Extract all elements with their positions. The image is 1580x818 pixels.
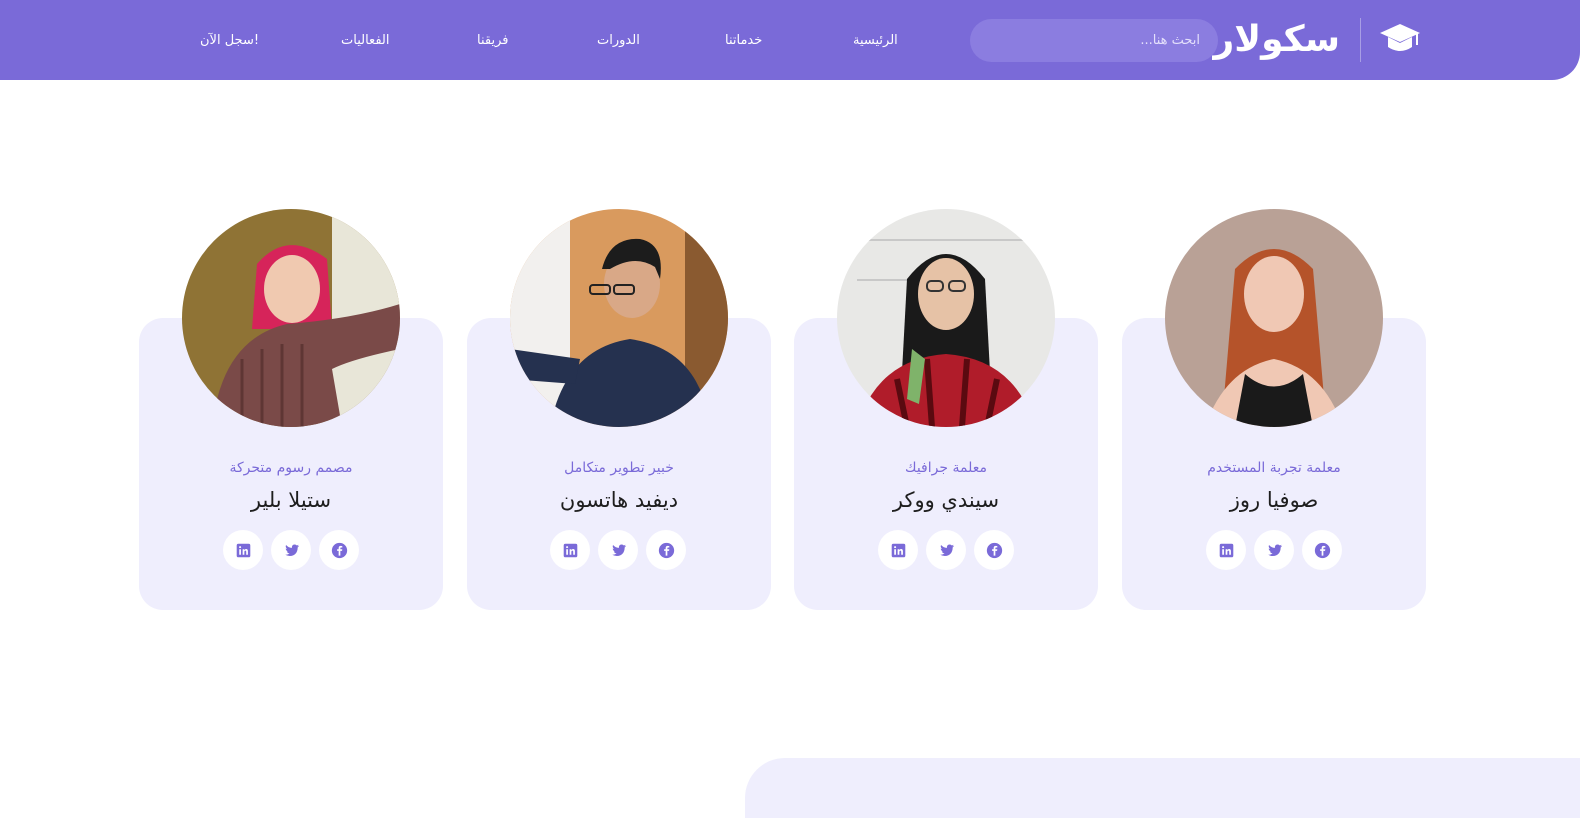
team-member-photo bbox=[510, 209, 728, 427]
linkedin-icon bbox=[563, 543, 577, 557]
linkedin-button[interactable] bbox=[550, 530, 590, 570]
nav-courses[interactable]: الدورات bbox=[597, 32, 640, 50]
linkedin-button[interactable] bbox=[878, 530, 918, 570]
nav-events[interactable]: الفعاليات bbox=[341, 32, 389, 50]
facebook-button[interactable] bbox=[1302, 530, 1342, 570]
linkedin-icon bbox=[891, 543, 905, 557]
team-member-name: صوفيا روز bbox=[1229, 488, 1319, 512]
search-input[interactable] bbox=[970, 19, 1218, 62]
logo-divider bbox=[1360, 18, 1361, 62]
linkedin-icon bbox=[236, 543, 250, 557]
next-section-edge bbox=[745, 758, 1580, 818]
team-member-photo bbox=[1165, 209, 1383, 427]
twitter-icon bbox=[1267, 544, 1282, 556]
twitter-icon bbox=[939, 544, 954, 556]
twitter-button[interactable] bbox=[1254, 530, 1294, 570]
header-bar: سكولار الرئيسية خدماتنا الدورات فريقنا ا… bbox=[0, 0, 1580, 80]
facebook-button[interactable] bbox=[646, 530, 686, 570]
team-member-photo bbox=[182, 209, 400, 427]
team-member-role: معلمة تجربة المستخدم bbox=[1207, 460, 1341, 476]
team-member-name: ديفيد هاتسون bbox=[559, 488, 679, 512]
facebook-icon bbox=[658, 542, 674, 558]
team-member-name: ستيلا بلير bbox=[250, 488, 332, 512]
graduation-cap-icon bbox=[1380, 24, 1420, 51]
facebook-icon bbox=[986, 542, 1002, 558]
linkedin-button[interactable] bbox=[1206, 530, 1246, 570]
logo-text[interactable]: سكولار bbox=[1214, 16, 1340, 64]
team-member-photo bbox=[837, 209, 1055, 427]
twitter-icon bbox=[284, 544, 299, 556]
team-member-role: خبير تطوير متكامل bbox=[564, 460, 674, 476]
linkedin-button[interactable] bbox=[223, 530, 263, 570]
twitter-button[interactable] bbox=[598, 530, 638, 570]
team-member-name: سيندي ووكر bbox=[892, 488, 1000, 512]
nav-team[interactable]: فريقنا bbox=[477, 32, 508, 50]
nav-register[interactable]: سجل الآن! bbox=[200, 32, 259, 50]
facebook-button[interactable] bbox=[974, 530, 1014, 570]
nav-home[interactable]: الرئيسية bbox=[853, 32, 898, 50]
twitter-button[interactable] bbox=[271, 530, 311, 570]
team-member-role: مصمم رسوم متحركة bbox=[229, 460, 353, 476]
twitter-button[interactable] bbox=[926, 530, 966, 570]
linkedin-icon bbox=[1219, 543, 1233, 557]
team-member-role: معلمة جرافيك bbox=[905, 460, 987, 476]
facebook-button[interactable] bbox=[319, 530, 359, 570]
twitter-icon bbox=[611, 544, 626, 556]
facebook-icon bbox=[331, 542, 347, 558]
facebook-icon bbox=[1314, 542, 1330, 558]
nav-services[interactable]: خدماتنا bbox=[725, 32, 762, 50]
